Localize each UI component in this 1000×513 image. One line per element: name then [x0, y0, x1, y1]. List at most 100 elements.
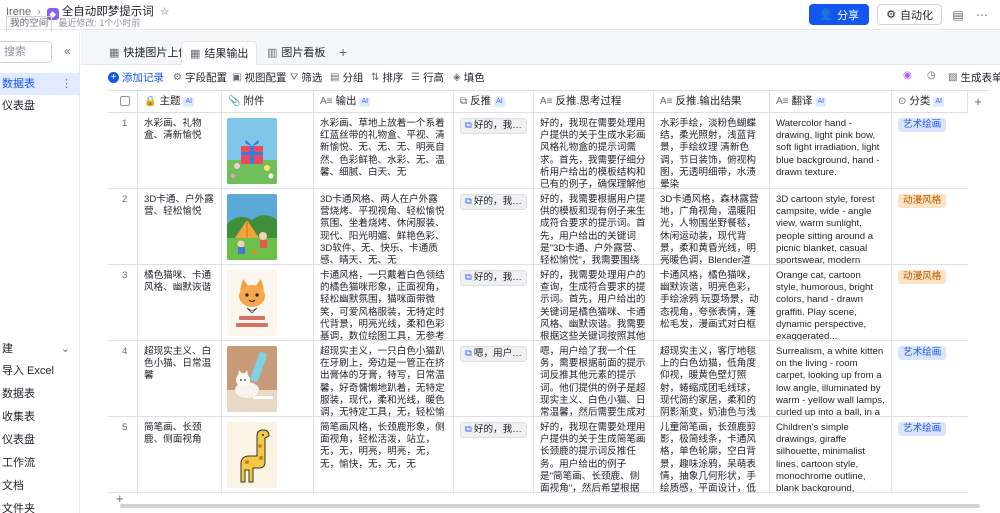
cell-translation[interactable]: Children's simple drawings, giraffe silh… — [770, 417, 892, 493]
header-select-all[interactable] — [108, 91, 138, 113]
generate-form-button[interactable]: ▧ 生成表单 — [948, 70, 1000, 85]
column-header-attachment[interactable]: 📎 附件 — [222, 91, 314, 113]
attachment-thumbnail-camping[interactable] — [227, 194, 277, 260]
space-tag[interactable]: 我的空间 — [6, 16, 53, 32]
cell-output[interactable]: 卡通风格，一只戴着白色领结的橘色猫咪形象，正面视角，轻松幽默氛围，猫咪面带微笑，… — [314, 265, 454, 341]
sidebar-create-table[interactable]: 数据表 — [0, 383, 80, 405]
cell-output[interactable]: 3D卡通风格、两人在户外露营烧烤、平视视角、轻松愉悦氛围、坐着烧烤、休闲服装、现… — [314, 189, 454, 265]
add-column-icon[interactable]: + — [968, 91, 988, 113]
cell-output[interactable]: 超现实主义，一只白色小猫趴在牙刷上，旁边是一管正在挤出膏体的牙膏，特写，日常温馨… — [314, 341, 454, 417]
cell-thinking[interactable]: 嗯，用户给了我一个任务，需要根据前面的提示词反推其他元素的提示词。他们提供的例子… — [534, 341, 654, 417]
cell-translation[interactable]: Watercolor hand - drawing, light pink bo… — [770, 113, 892, 189]
history-icon[interactable]: ◷ — [927, 70, 936, 81]
star-icon[interactable]: ☆ — [160, 6, 170, 18]
cell-result[interactable]: 儿童简笔画，长颈鹿剪影，极简线条，卡通风格，单色轮廓，空白背景，趣味涂鸦，呆萌表… — [654, 417, 770, 493]
cell-translation[interactable]: Orange cat, cartoon style, humorous, bri… — [770, 265, 892, 341]
cell-attachment[interactable] — [222, 113, 314, 189]
cell-reverse[interactable]: ⧉ 好的，我需... — [454, 189, 534, 265]
cell-result[interactable]: 水彩手绘，淡粉色蝴蝶结，柔光照射，浅蓝背景，手绘纹理 清新色调，节日装饰，俯视构… — [654, 113, 770, 189]
more-icon[interactable]: ⋯ — [974, 7, 990, 23]
table-row[interactable]: 2 3D卡通、户外露营、轻松愉悦 3D卡通风格、两人在户外露营烧烤、平视视角、轻… — [108, 189, 968, 265]
sidebar-create-doc[interactable]: 文档 — [0, 475, 80, 497]
cell-translation[interactable]: 3D cartoon style, forest campsite, wide … — [770, 189, 892, 265]
sidebar-create-folder[interactable]: 文件夹 — [0, 498, 80, 513]
row-height-button[interactable]: ☰ 行高 — [411, 70, 444, 85]
cell-thinking[interactable]: 好的，我需要处理用户的查询，生成符合要求的提示词。首先，用户给出的关键词是橘色猫… — [534, 265, 654, 341]
tab-result-output[interactable]: ▦ 结果输出 — [181, 41, 258, 65]
sidebar-search-input[interactable]: 搜索 — [0, 41, 52, 63]
sort-button[interactable]: ⇅ 排序 — [371, 70, 403, 85]
cell-result[interactable]: 3D卡通风格，森林露营地，广角视角，温暖阳光，人物围坐野餐毯，休闲运动装，现代背… — [654, 189, 770, 265]
field-config-button[interactable]: ⚙ 字段配置 — [173, 70, 227, 85]
cell-theme[interactable]: 简笔画、长颈鹿、侧面视角 — [138, 417, 222, 493]
cell-category[interactable]: 动漫风格 — [892, 189, 968, 265]
document-icon[interactable]: ▤ — [950, 7, 966, 23]
cell-category[interactable]: 艺术绘画 — [892, 341, 968, 417]
object-chip[interactable]: ⧉ 好的，我现... — [460, 422, 527, 438]
column-header-reverse[interactable]: ⧉ 反推 AI — [454, 91, 534, 113]
collapse-sidebar-icon[interactable]: « — [64, 44, 71, 58]
add-record-button[interactable]: + 添加记录 — [108, 70, 164, 85]
sidebar-create-workflow[interactable]: 工作流 — [0, 452, 80, 474]
add-view-icon[interactable]: + — [339, 44, 347, 60]
object-chip[interactable]: ⧉ 好的，我需... — [460, 194, 527, 210]
sidebar-create-form[interactable]: 收集表 — [0, 406, 80, 428]
cell-theme[interactable]: 橘色猫咪、卡通风格、幽默诙谐 — [138, 265, 222, 341]
cell-attachment[interactable] — [222, 265, 314, 341]
attachment-thumbnail-white-kitten[interactable] — [227, 346, 277, 412]
horizontal-scrollbar[interactable] — [108, 503, 988, 509]
cell-category[interactable]: 艺术绘画 — [892, 417, 968, 493]
cell-category[interactable]: 艺术绘画 — [892, 113, 968, 189]
more-vertical-icon[interactable]: ⋮ — [61, 73, 72, 95]
cell-theme[interactable]: 水彩画、礼物盒、清新愉悦 — [138, 113, 222, 189]
cell-reverse[interactable]: ⧉ 好的，我现... — [454, 417, 534, 493]
sidebar-create-group[interactable]: 建 ⌄ — [0, 338, 80, 360]
cell-output[interactable]: 简笔画风格，长颈鹿形象，侧面视角，轻松活泼，站立，无，无，明亮，明亮，无，无，愉… — [314, 417, 454, 493]
object-chip[interactable]: ⧉ 好的，我现... — [460, 118, 527, 134]
sidebar-item-table[interactable]: 数据表 ⋮ — [0, 73, 80, 95]
automation-button[interactable]: ⚙ 自动化 — [877, 4, 942, 25]
attachment-thumbnail-gift-box[interactable] — [227, 118, 277, 184]
share-button[interactable]: 👤 分享 — [809, 4, 870, 25]
cell-category[interactable]: 动漫风格 — [892, 265, 968, 341]
filter-button[interactable]: ⛛ 筛选 — [290, 70, 322, 85]
cell-reverse[interactable]: ⧉ 好的，我需... — [454, 265, 534, 341]
cell-thinking[interactable]: 好的，我需要根据用户提供的模板和现有例子来生成符合要求的提示词。首先，用户给出的… — [534, 189, 654, 265]
cell-attachment[interactable] — [222, 341, 314, 417]
group-button[interactable]: ▤ 分组 — [330, 70, 363, 85]
tab-image-board[interactable]: ▥ 图片看板 — [259, 41, 333, 65]
object-chip[interactable]: ⧉ 好的，我需... — [460, 270, 527, 286]
cell-theme[interactable]: 超现实主义、白色小猫、日常温馨 — [138, 341, 222, 417]
attachment-thumbnail-giraffe[interactable] — [227, 422, 277, 488]
table-row[interactable]: 3 橘色猫咪、卡通风格、幽默诙谐 卡通风格，一只戴着白色领结的橘色猫咪形象，正面… — [108, 265, 968, 341]
column-header-output[interactable]: A≡ 输出 AI — [314, 91, 454, 113]
column-header-thinking[interactable]: A≡ 反推.思考过程 — [534, 91, 654, 113]
cell-translation[interactable]: Surrealism, a white kitten on the living… — [770, 341, 892, 417]
table-row[interactable]: 5 简笔画、长颈鹿、侧面视角 简笔画风格，长颈鹿形象，侧面视角，轻松活泼，站立，… — [108, 417, 968, 493]
cell-reverse[interactable]: ⧉ 好的，我现... — [454, 113, 534, 189]
table-row[interactable]: 4 超现实主义、白色小猫、日常温馨 超现实主义，一只白色小猫趴在牙刷上，旁边是一… — [108, 341, 968, 417]
scrollbar-thumb[interactable] — [120, 504, 980, 508]
sidebar-create-dashboard[interactable]: 仪表盘 — [0, 429, 80, 451]
table-row[interactable]: 1 水彩画、礼物盒、清新愉悦 水彩画、草地上放着一个系着红蓝丝带的礼物盒、平视、… — [108, 113, 968, 189]
checkbox[interactable] — [120, 96, 130, 106]
cell-attachment[interactable] — [222, 189, 314, 265]
view-config-button[interactable]: ▣ 视图配置 — [232, 70, 286, 85]
column-header-translation[interactable]: A≡ 翻译 AI — [770, 91, 892, 113]
object-chip[interactable]: ⧉ 嗯，用户给... — [460, 346, 527, 362]
cell-attachment[interactable] — [222, 417, 314, 493]
cell-thinking[interactable]: 好的，我现在需要处理用户提供的关于生成简笔画长颈鹿的提示词反推任务。用户给出的例… — [534, 417, 654, 493]
cell-output[interactable]: 水彩画、草地上放着一个系着红蓝丝带的礼物盒、平视、清新愉悦、无、无、无、明亮自然… — [314, 113, 454, 189]
sidebar-item-dashboard[interactable]: 仪表盘 — [0, 95, 80, 117]
column-header-result[interactable]: A≡ 反推.输出结果 — [654, 91, 770, 113]
cell-thinking[interactable]: 好的，我现在需要处理用户提供的关于生成水彩画风格礼物盒的提示词需求。首先，我需要… — [534, 113, 654, 189]
cell-reverse[interactable]: ⧉ 嗯，用户给... — [454, 341, 534, 417]
cell-result[interactable]: 卡通风格，橘色猫咪，幽默诙谐，明亮色彩，手绘涂鸦 玩耍场景，动态视角，夸张表情，… — [654, 265, 770, 341]
sidebar-create-import-excel[interactable]: 导入 Excel — [0, 360, 80, 382]
column-header-theme[interactable]: 🔒 主题 AI — [138, 91, 222, 113]
ai-assistant-icon[interactable]: ◉ — [903, 70, 912, 81]
cell-theme[interactable]: 3D卡通、户外露营、轻松愉悦 — [138, 189, 222, 265]
attachment-thumbnail-orange-cat[interactable] — [227, 270, 277, 336]
fill-color-button[interactable]: ◈ 填色 — [453, 70, 485, 85]
cell-result[interactable]: 超现实主义，客厅地毯上的白色幼猫，低角度仰视，暖黄色壁灯照射，蜷缩成团毛线球，现… — [654, 341, 770, 417]
